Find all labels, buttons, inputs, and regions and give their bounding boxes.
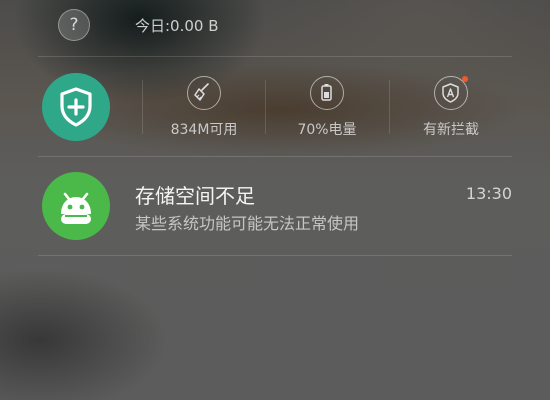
- question-circle-icon[interactable]: ?: [58, 9, 90, 41]
- new-badge-dot: [462, 76, 468, 82]
- notification-title[interactable]: 存储空间不足: [135, 180, 255, 209]
- battery-level-label: 70%电量: [297, 122, 357, 138]
- today-traffic-label: 今日:0.00 B: [135, 17, 219, 35]
- block-shield-icon: [434, 76, 468, 110]
- separator: [265, 80, 266, 134]
- divider: [38, 255, 512, 256]
- notification-time: 13:30: [465, 184, 512, 203]
- battery-button[interactable]: 70%电量: [272, 76, 382, 139]
- battery-icon: [310, 76, 344, 110]
- status-row: ? 今日:0.00 B: [0, 0, 550, 52]
- divider: [38, 156, 512, 157]
- broom-clean-icon: [187, 76, 221, 110]
- separator: [389, 80, 390, 134]
- android-robot-icon[interactable]: [42, 172, 110, 240]
- memory-clean-button[interactable]: 834M可用: [149, 76, 259, 139]
- shield-plus-icon[interactable]: [42, 73, 110, 141]
- interception-label: 有新拦截: [423, 122, 479, 138]
- divider: [38, 56, 512, 57]
- interception-button[interactable]: 有新拦截: [396, 76, 506, 139]
- memory-available-label: 834M可用: [170, 122, 238, 138]
- separator: [142, 80, 143, 134]
- notification-text[interactable]: 某些系统功能可能无法正常使用: [135, 210, 359, 234]
